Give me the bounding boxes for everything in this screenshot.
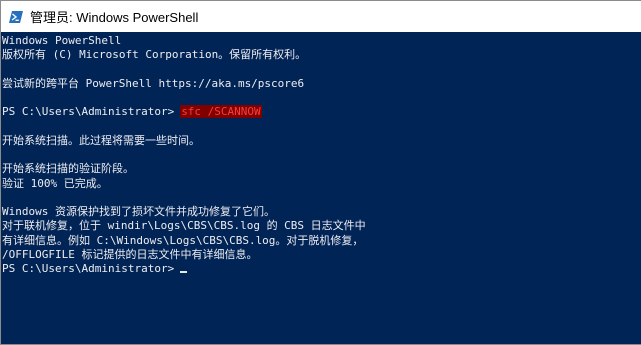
console-line-result-3: 有详细信息。例如 C:\Windows\Logs\CBS\CBS.log。对于脱… xyxy=(2,233,364,247)
console-line-copyright: 版权所有 (C) Microsoft Corporation。保留所有权利。 xyxy=(2,48,307,62)
command-text: sfc /SCANNOW xyxy=(180,105,262,119)
console-line-banner: Windows PowerShell xyxy=(2,34,122,47)
prompt: PS C:\Users\Administrator> xyxy=(2,105,175,119)
console-output[interactable]: Windows PowerShell 版权所有 (C) Microsoft Co… xyxy=(1,32,641,344)
console-line-result-4: /OFFLOGFILE 标记提供的日志文件中有详细信息。 xyxy=(2,247,258,261)
console-line-verify-start: 开始系统扫描的验证阶段。 xyxy=(2,162,134,176)
console-line-verify-done: 验证 100% 已完成。 xyxy=(2,176,108,190)
title-bar[interactable]: 管理员: Windows PowerShell xyxy=(1,1,641,32)
console-line-tip: 尝试新的跨平台 PowerShell https://aka.ms/pscore… xyxy=(2,76,305,90)
text-cursor xyxy=(180,271,188,273)
powershell-icon xyxy=(9,10,23,24)
prompt: PS C:\Users\Administrator> xyxy=(2,262,175,275)
window-title: 管理员: Windows PowerShell xyxy=(30,10,199,25)
console-line-command: PS C:\Users\Administrator> sfc /SCANNOW xyxy=(2,105,641,119)
console-line-prompt[interactable]: PS C:\Users\Administrator> xyxy=(2,262,641,276)
powershell-window: 管理员: Windows PowerShell Windows PowerShe… xyxy=(0,0,641,345)
console-line-result-2: 对于联机修复，位于 windir\Logs\CBS\CBS.log 的 CBS … xyxy=(2,219,366,233)
console-line-result-1: Windows 资源保护找到了损坏文件并成功修复了它们。 xyxy=(2,205,275,218)
console-line-scan-start: 开始系统扫描。此过程将需要一些时间。 xyxy=(2,133,200,147)
